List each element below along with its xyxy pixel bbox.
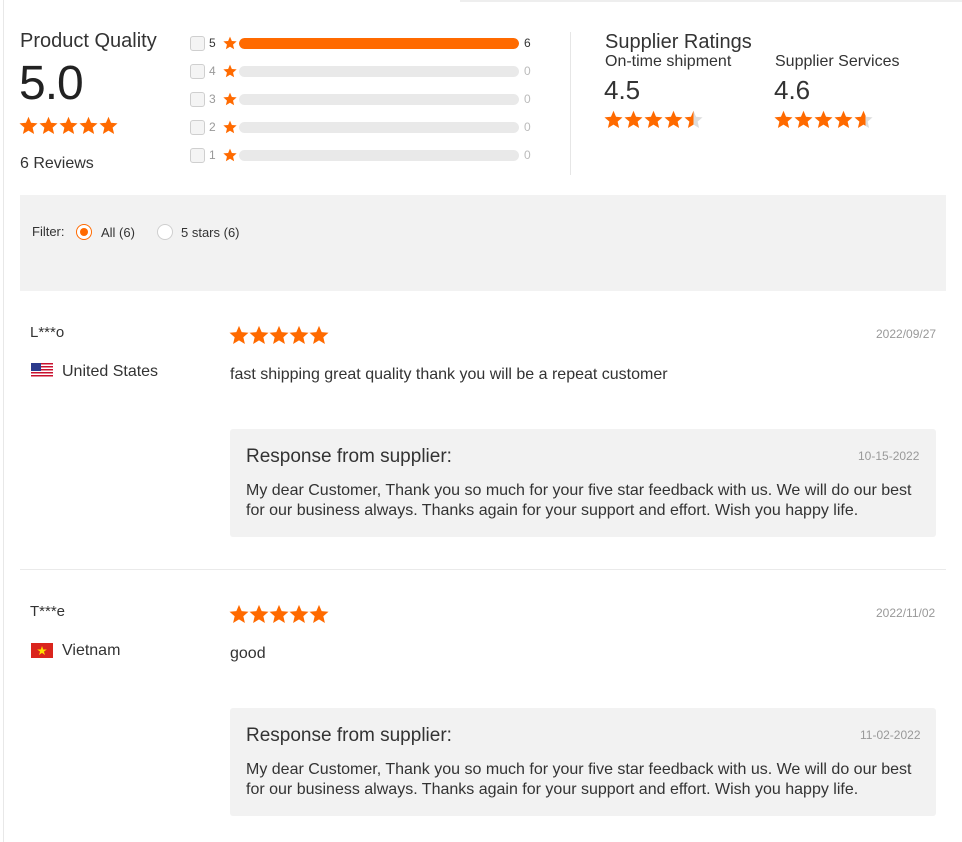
distribution-stars: 5 (209, 36, 216, 50)
filter-all-radio[interactable] (76, 224, 92, 240)
star-icon (269, 325, 289, 344)
star-icon (834, 110, 853, 129)
distribution-stars: 4 (209, 64, 216, 78)
supplier-services-score: 4.6 (774, 75, 811, 105)
star-icon (604, 110, 623, 129)
distribution-stars: 3 (209, 92, 216, 106)
star-filter-checkbox[interactable] (190, 91, 205, 107)
supplier-services-stars (774, 110, 873, 129)
distribution-bar (239, 37, 519, 49)
star-icon (814, 110, 833, 129)
distribution-row[interactable]: 4 0 (190, 62, 535, 80)
star-icon (684, 110, 703, 129)
star-icon (774, 110, 793, 129)
reviewer-country: United States (62, 363, 159, 380)
review-date: 2022/09/27 (876, 327, 937, 341)
distribution-row[interactable]: 5 6 (190, 34, 535, 52)
star-icon (249, 325, 269, 344)
distribution-row[interactable]: 1 0 (190, 146, 535, 164)
star-icon (309, 325, 329, 344)
star-icon (309, 604, 329, 623)
star-icon (289, 604, 309, 623)
response-title: Response from supplier: (246, 725, 452, 746)
distribution-count: 6 (524, 36, 531, 50)
star-icon (223, 148, 237, 162)
star-filter-checkbox[interactable] (190, 147, 205, 163)
product-quality-title: Product Quality (20, 30, 157, 52)
star-icon (664, 110, 683, 129)
distribution-stars: 1 (209, 148, 216, 162)
review-stars (229, 325, 329, 345)
on-time-shipment-stars (604, 110, 703, 129)
section-divider (570, 32, 571, 175)
star-icon (59, 116, 78, 135)
review-separator (20, 569, 946, 570)
distribution-row[interactable]: 2 0 (190, 118, 535, 136)
review-text: fast shipping great quality thank you wi… (230, 366, 668, 383)
us-flag-icon (31, 363, 53, 378)
star-icon (223, 64, 237, 78)
star-icon (644, 110, 663, 129)
product-quality-score: 5.0 (19, 57, 84, 110)
response-title: Response from supplier: (246, 446, 452, 467)
supplier-services-label: Supplier Services (775, 53, 900, 70)
star-icon (19, 116, 38, 135)
distribution-bar (239, 121, 519, 133)
filter-5-stars-label[interactable]: 5 stars (6) (181, 225, 240, 240)
response-text: My dear Customer, Thank you so much for … (246, 761, 912, 798)
review-count: 6 Reviews (20, 155, 94, 172)
distribution-stars: 2 (209, 120, 216, 134)
supplier-ratings-title: Supplier Ratings (605, 31, 752, 53)
on-time-shipment-score: 4.5 (604, 75, 641, 105)
response-text: My dear Customer, Thank you so much for … (246, 482, 912, 519)
star-filter-checkbox[interactable] (190, 63, 205, 79)
distribution-count: 0 (524, 92, 531, 106)
star-icon (249, 604, 269, 623)
reviewer-name: T***e (30, 603, 66, 620)
review-date: 2022/11/02 (876, 606, 936, 620)
reviewer-country: Vietnam (62, 642, 121, 659)
star-filter-checkbox[interactable] (190, 35, 205, 51)
distribution-bar (239, 93, 519, 105)
star-icon (79, 116, 98, 135)
star-icon (229, 604, 249, 623)
distribution-bar-fill (239, 37, 519, 49)
filter-all-label[interactable]: All (6) (101, 225, 135, 240)
star-icon (289, 325, 309, 344)
star-filter-checkbox[interactable] (190, 119, 205, 135)
star-icon (223, 92, 237, 106)
star-icon (794, 110, 813, 129)
distribution-count: 0 (524, 64, 531, 78)
response-date: 11-02-2022 (860, 728, 921, 742)
distribution-count: 0 (524, 148, 531, 162)
filter-label: Filter: (32, 224, 65, 239)
on-time-shipment-label: On-time shipment (605, 53, 732, 70)
distribution-count: 0 (524, 120, 531, 134)
filter-bar (20, 195, 946, 291)
vn-flag-icon (31, 643, 53, 658)
page-left-border (3, 0, 4, 842)
star-icon (269, 604, 289, 623)
review-text: good (230, 645, 266, 662)
star-icon (854, 110, 873, 129)
distribution-bar (239, 149, 519, 161)
star-icon (624, 110, 643, 129)
star-icon (223, 36, 237, 50)
filter-5-stars-radio[interactable] (157, 224, 173, 240)
star-icon (99, 116, 118, 135)
tab-underline (460, 0, 962, 2)
distribution-bar (239, 65, 519, 77)
reviewer-name: L***o (30, 324, 65, 341)
star-icon (223, 120, 237, 134)
star-icon (229, 325, 249, 344)
review-stars (229, 604, 329, 624)
response-date: 10-15-2022 (858, 449, 920, 463)
star-icon (39, 116, 58, 135)
distribution-row[interactable]: 3 0 (190, 90, 535, 108)
product-quality-stars (19, 116, 118, 135)
